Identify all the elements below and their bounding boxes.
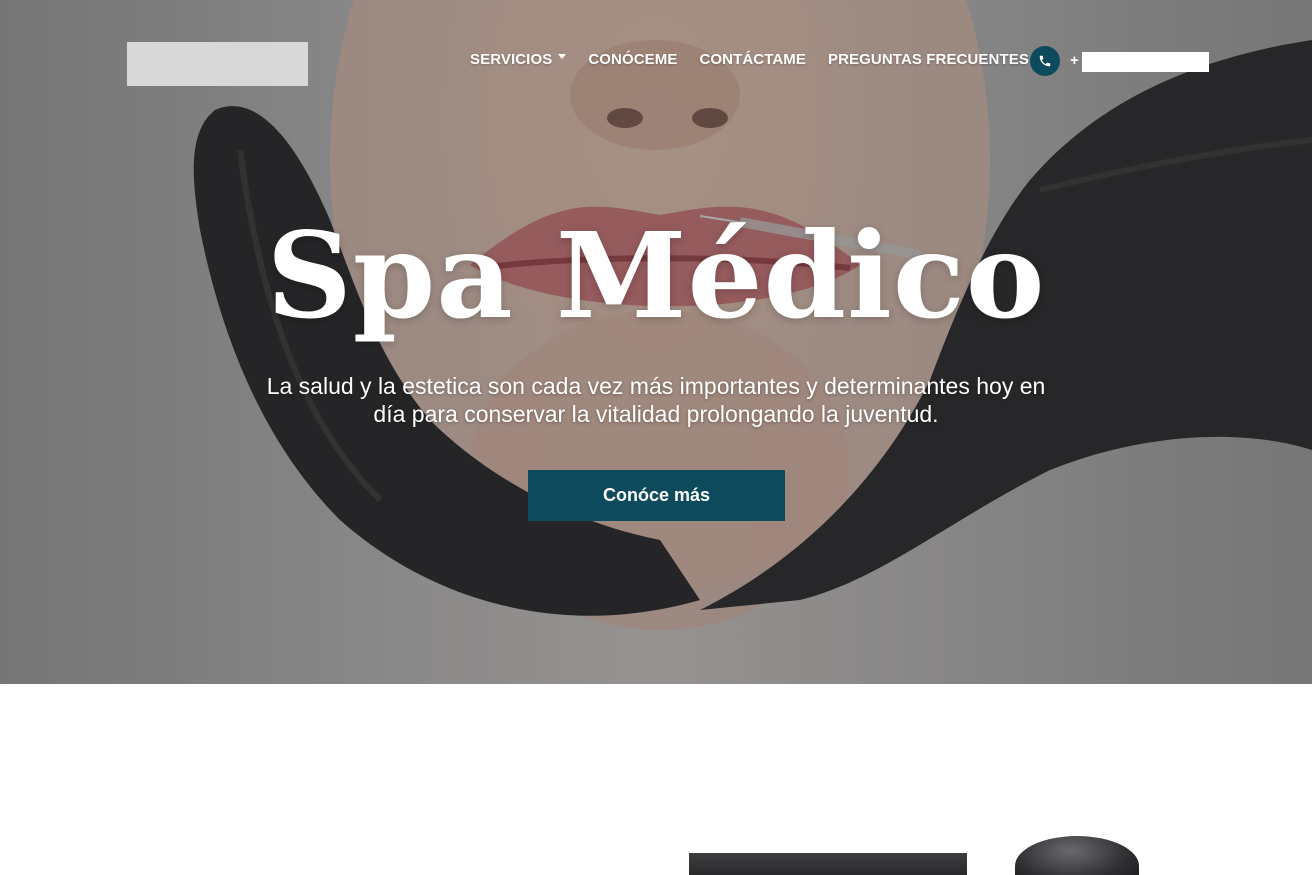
phone-number[interactable]: + [1070,50,1210,72]
nav-contactame-label: CONTÁCTAME [699,51,807,68]
nav-conoceme-label: CONÓCEME [588,51,678,68]
phone-contact[interactable]: + [1030,46,1210,76]
phone-number-redacted [1082,52,1209,72]
nav-preguntas-frecuentes-label: PREGUNTAS FRECUENTES [828,51,1029,68]
nav-servicios[interactable]: SERVICIOS [470,51,567,68]
phone-icon [1030,46,1060,76]
nav-servicios-label: SERVICIOS [470,51,553,68]
phone-prefix: + [1070,52,1079,69]
site-logo-placeholder[interactable] [127,42,308,86]
nav-conoceme[interactable]: CONÓCEME [588,51,677,68]
hero-subtitle: La salud y la estetica son cada vez más … [256,372,1056,428]
page: SERVICIOS CONÓCEME CONTÁCTAME PREGUNTAS … [0,0,1312,875]
hero-section: SERVICIOS CONÓCEME CONTÁCTAME PREGUNTAS … [0,0,1312,684]
main-navigation: SERVICIOS CONÓCEME CONTÁCTAME PREGUNTAS … [470,51,1029,68]
nav-contactame[interactable]: CONTÁCTAME [699,51,806,68]
nav-preguntas-frecuentes[interactable]: PREGUNTAS FRECUENTES [828,51,1029,68]
hero-title: Spa Médico [266,206,1046,345]
chevron-down-icon [558,54,567,59]
spa-stone-image [1015,836,1139,875]
hero-subtitle-line-1: La salud y la estetica son cada vez más … [266,373,1046,399]
section-photo-image [689,853,967,875]
conoce-mas-button[interactable]: Conóce más [528,470,785,521]
hero-subtitle-line-2: día para conservar la vitalidad prolonga… [373,401,939,427]
